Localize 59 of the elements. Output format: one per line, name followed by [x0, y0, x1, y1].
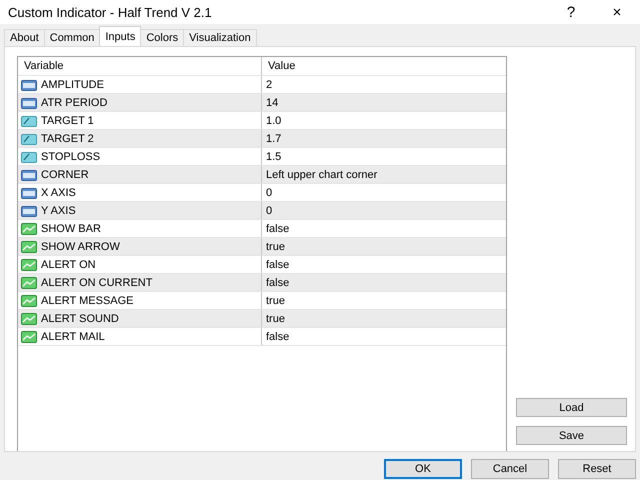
- variable-value[interactable]: false: [266, 222, 290, 234]
- side-button[interactable]: Load: [516, 398, 627, 417]
- boolean-type-icon: [21, 312, 37, 324]
- variable-name: SHOW BAR: [41, 222, 101, 234]
- window-title: Custom Indicator - Half Trend V 2.1: [7, 4, 213, 20]
- variable-value[interactable]: 2: [266, 78, 272, 90]
- variable-name: TARGET 2: [41, 132, 94, 144]
- tab[interactable]: Visualization: [183, 29, 257, 46]
- close-button[interactable]: ×: [594, 0, 640, 24]
- variable-value[interactable]: 1.0: [266, 114, 282, 126]
- integer-type-icon: [21, 186, 37, 198]
- integer-type-icon: [21, 204, 37, 216]
- variable-value[interactable]: false: [266, 258, 290, 270]
- variable-name: CORNER: [41, 168, 89, 180]
- integer-type-icon: [21, 96, 37, 108]
- variable-name: ALERT ON CURRENT: [41, 276, 152, 288]
- variable-value[interactable]: Left upper chart corner: [266, 168, 378, 180]
- column-header: Value: [267, 59, 296, 74]
- tab[interactable]: Inputs: [99, 26, 142, 46]
- side-button[interactable]: Save: [516, 426, 627, 445]
- help-button[interactable]: ?: [548, 0, 594, 24]
- decimal-type-icon: [21, 132, 37, 144]
- boolean-type-icon: [21, 240, 37, 252]
- dialog-button[interactable]: OK: [384, 459, 462, 479]
- variable-name: ALERT MESSAGE: [41, 294, 134, 306]
- variable-name: ALERT SOUND: [41, 312, 119, 324]
- dialog-button[interactable]: Cancel: [471, 459, 549, 479]
- boolean-type-icon: [21, 258, 37, 270]
- integer-type-icon: [21, 78, 37, 90]
- variable-name: ALERT MAIL: [41, 330, 105, 342]
- variable-name: ATR PERIOD: [41, 96, 108, 108]
- variable-name: ALERT ON: [41, 258, 96, 270]
- integer-type-icon: [21, 168, 37, 180]
- variable-value[interactable]: true: [266, 294, 285, 306]
- variable-value[interactable]: 1.5: [266, 150, 282, 162]
- dialog-button[interactable]: Reset: [558, 459, 636, 479]
- decimal-type-icon: [21, 150, 37, 162]
- variable-name: TARGET 1: [41, 114, 94, 126]
- tab[interactable]: About: [4, 29, 45, 46]
- variable-value[interactable]: 14: [266, 96, 278, 108]
- variable-value[interactable]: true: [266, 312, 285, 324]
- boolean-type-icon: [21, 294, 37, 306]
- column-header: Variable: [18, 57, 262, 75]
- variable-name: SHOW ARROW: [41, 240, 120, 252]
- variable-value[interactable]: false: [266, 330, 290, 342]
- tab[interactable]: Colors: [140, 29, 184, 46]
- boolean-type-icon: [21, 276, 37, 288]
- variable-value[interactable]: 0: [266, 204, 272, 216]
- variable-value[interactable]: true: [266, 240, 285, 252]
- decimal-type-icon: [21, 114, 37, 126]
- boolean-type-icon: [21, 222, 37, 234]
- variable-name: Y AXIS: [41, 204, 76, 216]
- variable-value[interactable]: 1.7: [266, 132, 282, 144]
- variable-value[interactable]: false: [266, 276, 290, 288]
- boolean-type-icon: [21, 330, 37, 342]
- variable-name: STOPLOSS: [41, 150, 100, 162]
- variable-value[interactable]: 0: [266, 186, 272, 198]
- variable-name: AMPLITUDE: [41, 78, 104, 90]
- variable-name: X AXIS: [41, 186, 76, 198]
